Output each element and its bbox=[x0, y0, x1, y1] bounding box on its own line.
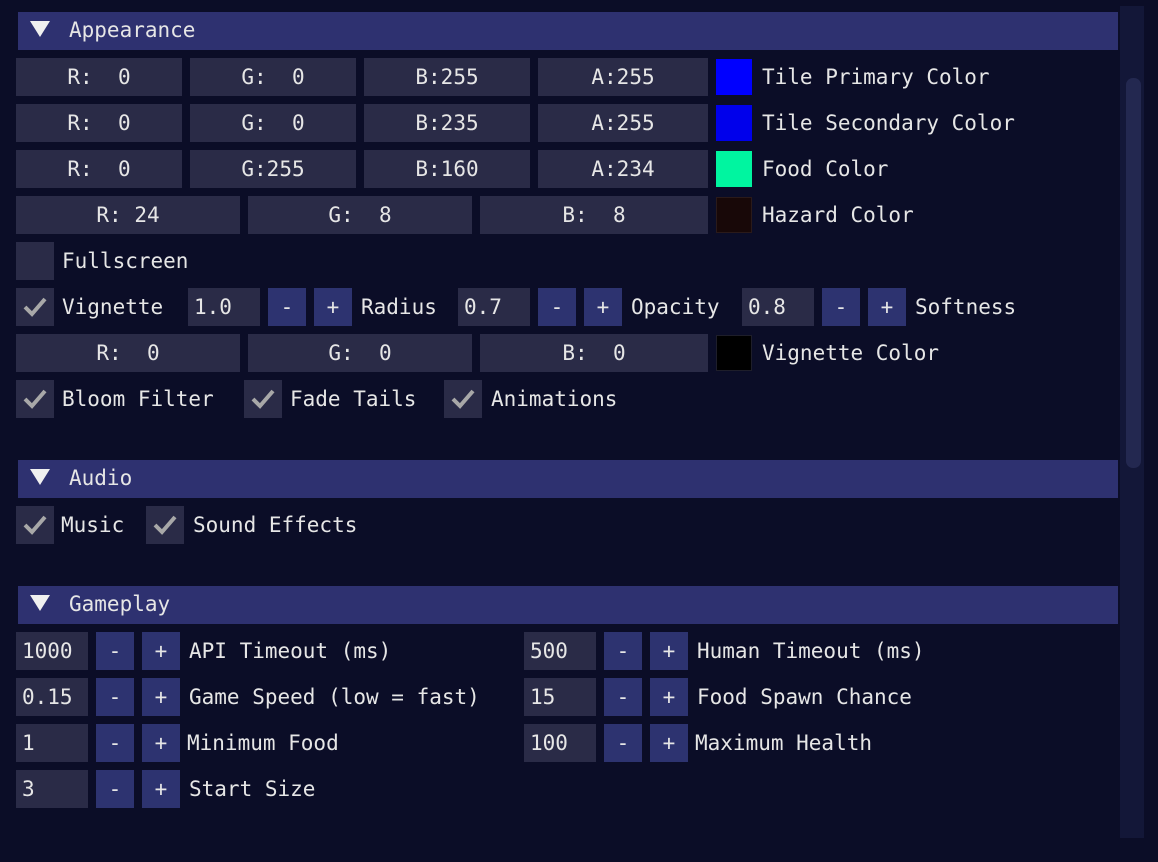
api-timeout-decrement-button[interactable]: - bbox=[96, 632, 134, 670]
vignette-decrement-button[interactable]: - bbox=[268, 288, 306, 326]
game-speed-increment-button[interactable]: + bbox=[142, 678, 180, 716]
music-label: Music bbox=[61, 513, 125, 537]
radius-decrement-button[interactable]: - bbox=[538, 288, 576, 326]
maximum-health-label: Maximum Health bbox=[695, 731, 873, 755]
human-timeout-label: Human Timeout (ms) bbox=[697, 639, 925, 663]
sound-effects-checkbox[interactable] bbox=[146, 506, 184, 544]
api-timeout-input[interactable]: 1000 bbox=[16, 632, 88, 670]
vignette-checkbox[interactable] bbox=[16, 288, 54, 326]
vignette-color-b-field[interactable]: B: 0 bbox=[480, 334, 708, 372]
vignette-increment-button[interactable]: + bbox=[314, 288, 352, 326]
animations-label: Animations bbox=[491, 387, 618, 411]
food-color-label: Food Color bbox=[762, 157, 889, 181]
audio-header-title: Audio bbox=[69, 466, 133, 490]
minimum-food-input[interactable]: 1 bbox=[16, 724, 88, 762]
api-timeout-label: API Timeout (ms) bbox=[189, 639, 392, 663]
hazard-color-label: Hazard Color bbox=[762, 203, 914, 227]
opacity-increment-button[interactable]: + bbox=[868, 288, 906, 326]
tile-secondary-a-field[interactable]: A:255 bbox=[538, 104, 708, 142]
vignette-label: Vignette bbox=[62, 295, 164, 319]
tile-primary-r-field[interactable]: R: 0 bbox=[16, 58, 182, 96]
collapse-arrow-icon bbox=[30, 469, 50, 485]
food-spawn-chance-increment-button[interactable]: + bbox=[650, 678, 688, 716]
tile-primary-a-field[interactable]: A:255 bbox=[538, 58, 708, 96]
radius-value-input[interactable]: 0.7 bbox=[458, 288, 530, 326]
human-timeout-input[interactable]: 500 bbox=[524, 632, 596, 670]
tile-secondary-color-swatch[interactable] bbox=[716, 105, 752, 141]
food-spawn-chance-input[interactable]: 15 bbox=[524, 678, 596, 716]
start-size-label: Start Size bbox=[189, 777, 316, 801]
food-spawn-chance-label: Food Spawn Chance bbox=[697, 685, 912, 709]
tile-primary-color-swatch[interactable] bbox=[716, 59, 752, 95]
human-timeout-decrement-button[interactable]: - bbox=[604, 632, 642, 670]
hazard-color-swatch[interactable] bbox=[716, 197, 752, 233]
tile-primary-b-field[interactable]: B:255 bbox=[364, 58, 530, 96]
tile-secondary-b-field[interactable]: B:235 bbox=[364, 104, 530, 142]
appearance-header-title: Appearance bbox=[69, 18, 196, 42]
music-checkbox[interactable] bbox=[16, 506, 54, 544]
food-a-field[interactable]: A:234 bbox=[538, 150, 708, 188]
vignette-value-input[interactable]: 1.0 bbox=[188, 288, 260, 326]
maximum-health-input[interactable]: 100 bbox=[524, 724, 596, 762]
checkmark-icon bbox=[23, 389, 47, 409]
hazard-b-field[interactable]: B: 8 bbox=[480, 196, 708, 234]
human-timeout-increment-button[interactable]: + bbox=[650, 632, 688, 670]
tile-secondary-color-label: Tile Secondary Color bbox=[762, 111, 1015, 135]
game-speed-decrement-button[interactable]: - bbox=[96, 678, 134, 716]
opacity-label: Opacity bbox=[631, 295, 720, 319]
fullscreen-label: Fullscreen bbox=[62, 249, 189, 273]
maximum-health-increment-button[interactable]: + bbox=[650, 724, 688, 762]
fullscreen-checkbox[interactable] bbox=[16, 242, 54, 280]
collapse-arrow-icon bbox=[30, 21, 50, 37]
audio-header[interactable]: Audio bbox=[18, 460, 1118, 498]
gameplay-header[interactable]: Gameplay bbox=[18, 586, 1118, 624]
gameplay-header-title: Gameplay bbox=[69, 592, 171, 616]
game-speed-label: Game Speed (low = fast) bbox=[189, 685, 480, 709]
tile-secondary-r-field[interactable]: R: 0 bbox=[16, 104, 182, 142]
hazard-g-field[interactable]: G: 8 bbox=[248, 196, 472, 234]
softness-label: Softness bbox=[915, 295, 1017, 319]
checkmark-icon bbox=[23, 297, 47, 317]
vignette-color-g-field[interactable]: G: 0 bbox=[248, 334, 472, 372]
food-g-field[interactable]: G:255 bbox=[190, 150, 356, 188]
checkmark-icon bbox=[451, 389, 475, 409]
vignette-color-swatch[interactable] bbox=[716, 335, 752, 371]
bloom-filter-checkbox[interactable] bbox=[16, 380, 54, 418]
tile-primary-g-field[interactable]: G: 0 bbox=[190, 58, 356, 96]
checkmark-icon bbox=[251, 389, 275, 409]
checkmark-icon bbox=[23, 515, 47, 535]
vignette-color-r-field[interactable]: R: 0 bbox=[16, 334, 240, 372]
food-color-swatch[interactable] bbox=[716, 151, 752, 187]
minimum-food-decrement-button[interactable]: - bbox=[96, 724, 134, 762]
tile-secondary-g-field[interactable]: G: 0 bbox=[190, 104, 356, 142]
fade-tails-label: Fade Tails bbox=[290, 387, 417, 411]
checkmark-icon bbox=[153, 515, 177, 535]
opacity-value-input[interactable]: 0.8 bbox=[742, 288, 814, 326]
food-b-field[interactable]: B:160 bbox=[364, 150, 530, 188]
sound-effects-label: Sound Effects bbox=[193, 513, 358, 537]
scrollbar-thumb[interactable] bbox=[1126, 78, 1141, 468]
bloom-filter-label: Bloom Filter bbox=[62, 387, 214, 411]
start-size-input[interactable]: 3 bbox=[16, 770, 88, 808]
collapse-arrow-icon bbox=[30, 595, 50, 611]
vignette-color-label: Vignette Color bbox=[762, 341, 940, 365]
tile-primary-color-label: Tile Primary Color bbox=[762, 65, 990, 89]
start-size-increment-button[interactable]: + bbox=[142, 770, 180, 808]
fade-tails-checkbox[interactable] bbox=[244, 380, 282, 418]
radius-label: Radius bbox=[361, 295, 437, 319]
food-r-field[interactable]: R: 0 bbox=[16, 150, 182, 188]
radius-increment-button[interactable]: + bbox=[584, 288, 622, 326]
food-spawn-chance-decrement-button[interactable]: - bbox=[604, 678, 642, 716]
appearance-header[interactable]: Appearance bbox=[18, 12, 1118, 50]
hazard-r-field[interactable]: R: 24 bbox=[16, 196, 240, 234]
start-size-decrement-button[interactable]: - bbox=[96, 770, 134, 808]
api-timeout-increment-button[interactable]: + bbox=[142, 632, 180, 670]
minimum-food-label: Minimum Food bbox=[187, 731, 339, 755]
game-speed-input[interactable]: 0.15 bbox=[16, 678, 88, 716]
minimum-food-increment-button[interactable]: + bbox=[142, 724, 180, 762]
maximum-health-decrement-button[interactable]: - bbox=[604, 724, 642, 762]
opacity-decrement-button[interactable]: - bbox=[822, 288, 860, 326]
animations-checkbox[interactable] bbox=[444, 380, 482, 418]
